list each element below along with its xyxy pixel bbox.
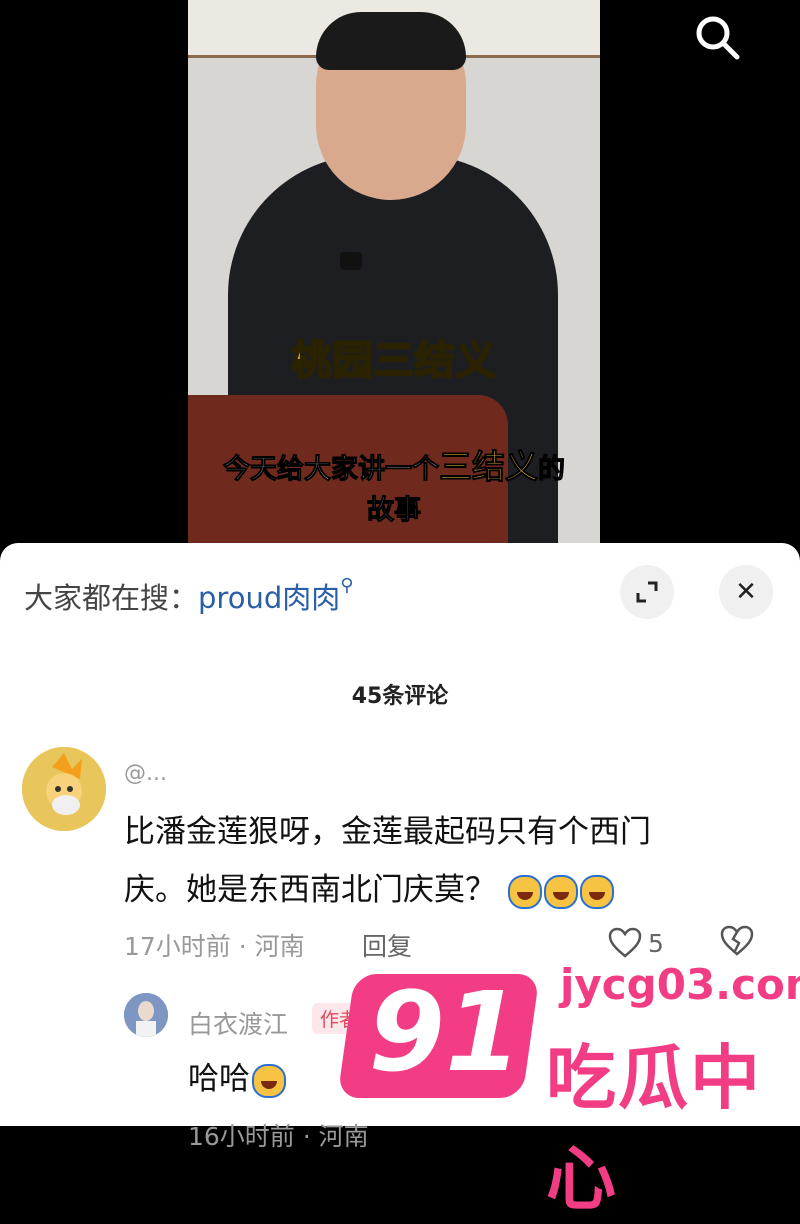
watermark-site: jycg03.com: [560, 960, 800, 1009]
close-button[interactable]: ✕: [719, 565, 773, 619]
trending-keyword[interactable]: proud肉肉: [198, 581, 340, 615]
like-button[interactable]: 5: [608, 925, 664, 961]
broken-heart-icon: [720, 925, 754, 956]
reply-username[interactable]: 白衣渡江: [188, 1005, 288, 1041]
laughing-emoji-icon: [579, 874, 614, 909]
dislike-button[interactable]: [720, 925, 754, 961]
trending-label: 大家都在搜：: [24, 581, 199, 615]
laughing-emoji-icon: [543, 874, 578, 909]
watermark-number: 91: [368, 968, 522, 1096]
like-count: 5: [648, 928, 664, 958]
watermark-name: 吃瓜中心: [546, 1037, 762, 1220]
video-subtitle-line2: 故事: [367, 495, 422, 527]
expand-button[interactable]: [620, 565, 674, 619]
trending-search[interactable]: 大家都在搜：proud肉肉⚲: [24, 575, 353, 617]
reply-button[interactable]: 回复: [362, 927, 412, 963]
comment-count: 45条评论: [351, 684, 449, 709]
laughing-emoji-icon: [507, 874, 542, 909]
comment-text: 比潘金莲狠呀，金莲最起码只有个西门 庆。她是东西南北门庆莫？: [124, 803, 724, 919]
reply-meta: 16小时前 · 河南: [188, 1122, 369, 1151]
reply-avatar[interactable]: [124, 993, 168, 1037]
video-frame: 桃园三结义 今天给大家讲一个三结义的 故事: [188, 0, 600, 545]
comment-text-line2: 庆。她是东西南北门庆莫？: [124, 872, 496, 908]
video-player[interactable]: 桃园三结义 今天给大家讲一个三结义的 故事: [0, 0, 800, 560]
lapel-mic: [340, 252, 362, 270]
video-subtitle-line1: 今天给大家讲一个三结义的: [223, 447, 566, 487]
search-small-icon: ⚲: [340, 575, 354, 596]
comment-username[interactable]: @...: [124, 761, 167, 786]
close-icon: ✕: [735, 577, 757, 607]
comment-meta: 17小时前 · 河南: [124, 932, 305, 961]
watermark-logo: 91 jycg03.com 吃瓜中心: [337, 960, 800, 1220]
reply-text: 哈哈: [188, 1053, 286, 1098]
expand-icon: [636, 581, 658, 603]
comment-text-line1: 比潘金莲狠呀，金莲最起码只有个西门: [124, 814, 651, 850]
reply-text-content: 哈哈: [188, 1061, 250, 1097]
laughing-emoji-icon: [252, 1063, 286, 1098]
speaker-hair: [316, 12, 466, 70]
search-icon[interactable]: [690, 10, 746, 66]
avatar[interactable]: [22, 747, 106, 831]
heart-icon: [608, 927, 642, 958]
video-caption-title: 桃园三结义: [291, 337, 497, 385]
